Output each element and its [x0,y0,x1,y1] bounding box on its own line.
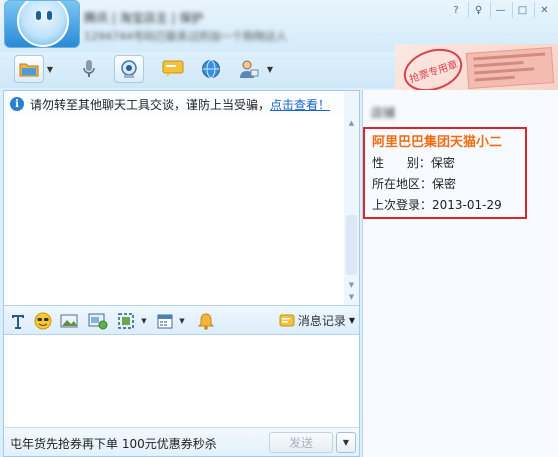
font-button[interactable] [10,311,26,331]
emoji-icon [34,312,52,330]
calendar-button[interactable] [156,311,174,331]
last-login-row: 上次登录：2013-01-29 [372,195,525,216]
last-login-value: 2013-01-29 [432,198,502,212]
maximize-button[interactable]: □ [512,2,532,18]
contact-info-button[interactable] [234,55,264,83]
chevron-down-icon: ▼ [348,316,355,325]
region-value: 保密 [432,177,457,191]
gender-value: 保密 [430,156,455,170]
profile-card: 阿里巴巴集团天猫小二 性 别：保密 所在地区：保密 上次登录：2013-01-2… [363,127,527,219]
message-history-button[interactable]: 消息记录 ▼ [279,312,355,329]
ticket-image [465,47,555,89]
screen-capture-button[interactable] [116,311,136,331]
last-login-label: 上次登录： [372,198,433,212]
screenshot-button[interactable] [88,311,108,331]
message-input[interactable] [4,335,359,427]
gender-row: 性 别：保密 [372,153,525,174]
microphone-icon [83,60,95,77]
message-scrollbar[interactable]: ▲ ▼ ▼ [344,91,359,305]
message-history-area[interactable] [4,117,344,306]
promo-link[interactable]: 屯年货先抢券再下单 100元优惠券秒杀 [10,435,217,452]
font-icon [12,315,24,329]
send-file-button[interactable] [14,55,44,83]
help-button[interactable]: ? [446,2,466,18]
shake-button[interactable] [197,311,215,331]
window-controls: ? ♀ — □ ✕ [446,2,554,18]
security-notice: i 请勿转至其他聊天工具交谈，谨防上当受骗， 点击查看！ [4,91,359,117]
minimize-button[interactable]: — [490,2,510,18]
scroll-down-icon[interactable]: ▼ [344,279,359,291]
voice-button[interactable] [74,55,104,83]
image-icon [60,314,78,328]
web-button[interactable] [196,55,226,83]
bell-icon [197,313,215,330]
chevron-down-icon[interactable]: ▼ [44,55,56,83]
shop-name[interactable]: 阿里巴巴集团天猫小二 [372,133,525,153]
chevron-down-icon[interactable]: ▼ [264,55,276,83]
calendar-icon [157,314,173,329]
video-button[interactable] [114,55,144,83]
notice-text: 请勿转至其他聊天工具交谈，谨防上当受骗， [30,97,271,112]
avatar[interactable] [4,0,80,48]
send-button[interactable]: 发送 [269,432,333,453]
globe-icon [202,60,220,78]
webcam-icon [121,60,137,78]
chat-panel: i 请勿转至其他聊天工具交谈，谨防上当受骗， 点击查看！ ▲ ▼ ▼ ▼ ▼ 消… [3,90,360,457]
info-icon: i [10,97,24,111]
emoji-button[interactable] [34,311,52,331]
panel-title: 店铺 [371,106,396,120]
scroll-down-icon[interactable]: ▼ [344,291,359,303]
stamp-logo: 抢票专用章 [398,44,468,90]
screenshot-icon [88,313,108,330]
region-label: 所在地区： [372,177,433,191]
format-toolbar: ▼ ▼ 消息记录 ▼ [4,305,359,335]
notice-link[interactable]: 点击查看！ [270,96,330,113]
send-options-button[interactable]: ▼ [336,432,356,453]
image-button[interactable] [60,311,78,331]
contact-name: 腾讯 | 淘宝店主 | 保护 [84,11,204,25]
user-icon[interactable]: ♀ [468,2,488,18]
group-chat-button[interactable] [158,55,188,83]
scroll-up-icon[interactable]: ▲ [344,117,359,129]
history-icon [279,314,295,326]
ad-banner[interactable]: 抢票专用章 [395,44,558,90]
penguin-face-icon [17,1,69,47]
contact-icon [240,60,259,78]
folder-icon [19,63,39,77]
close-button[interactable]: ✕ [534,2,554,18]
contact-info-panel: 店铺 阿里巴巴集团天猫小二 性 别：保密 所在地区：保密 上次登录：2013-0… [362,90,558,457]
contact-signature: 1294744号码已联系过的加一个购物达人 [84,30,287,43]
chat-bubble-icon [162,60,184,77]
chevron-down-icon[interactable]: ▼ [139,311,149,331]
chevron-down-icon[interactable]: ▼ [177,311,187,331]
gender-label: 性 别： [372,156,431,170]
screen-capture-icon [118,313,134,329]
stamp-text: 抢票专用章 [408,58,460,85]
region-row: 所在地区：保密 [372,174,525,195]
send-bar: 屯年货先抢券再下单 100元优惠券秒杀 发送 ▼ [4,427,359,456]
history-label: 消息记录 [297,314,346,328]
chevron-down-icon: ▼ [342,438,350,447]
scroll-thumb[interactable] [346,215,357,275]
main-toolbar: ▼ ▼ [0,52,395,88]
